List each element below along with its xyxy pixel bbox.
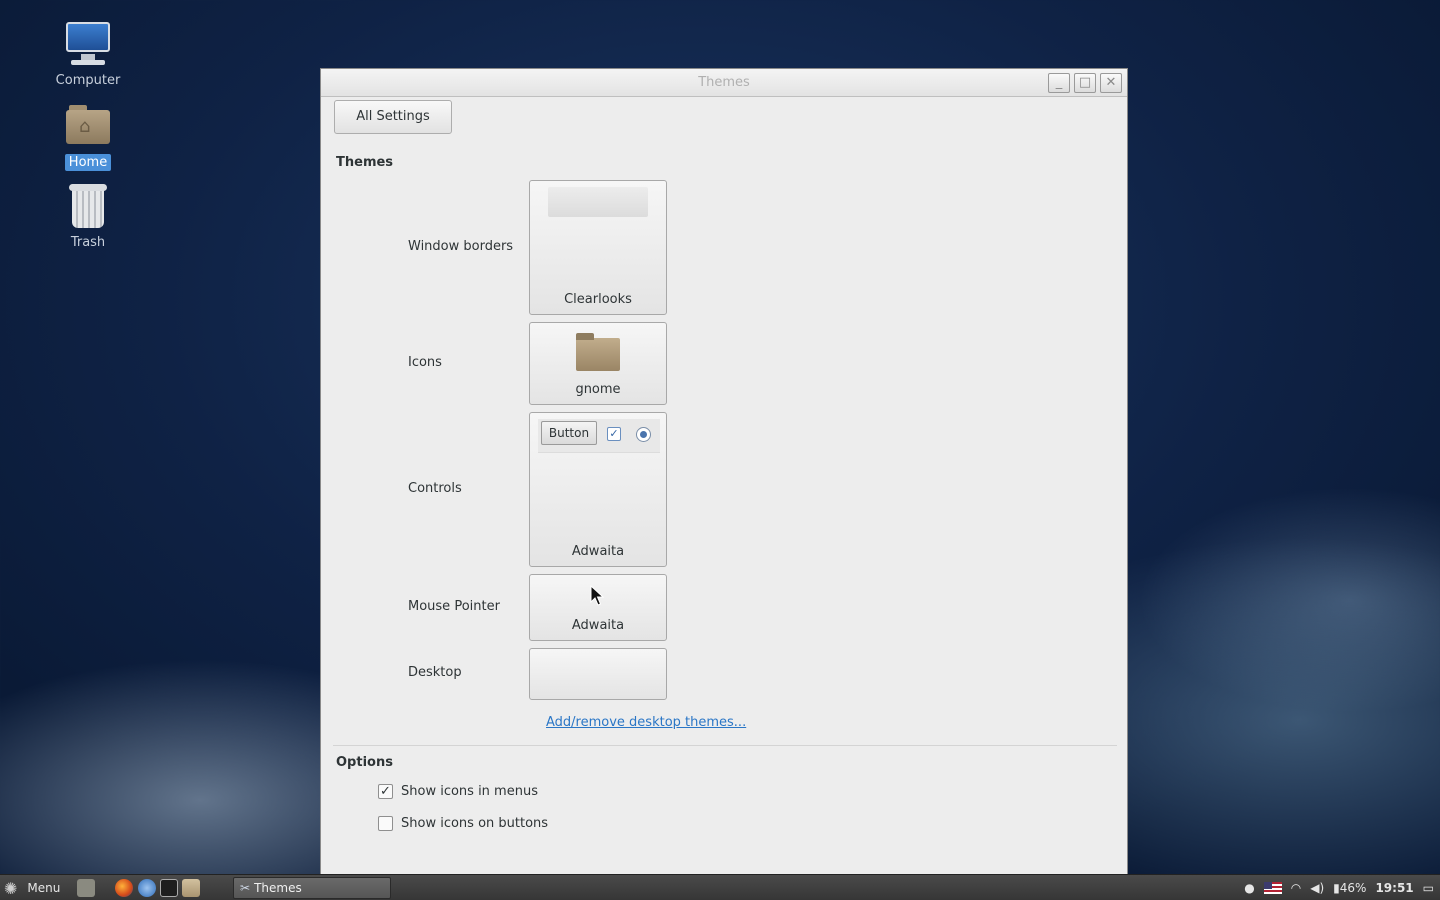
folder-icon	[576, 333, 620, 371]
maximize-icon: □	[1078, 75, 1092, 90]
window-borders-theme-name: Clearlooks	[564, 292, 632, 307]
desktop-theme-button[interactable]	[529, 648, 667, 700]
mouse-pointer-theme-name: Adwaita	[571, 618, 625, 633]
window-border-preview	[548, 187, 648, 217]
icons-theme-name: gnome	[575, 382, 621, 397]
themes-section-title: Themes	[336, 155, 394, 170]
taskbar-item-themes[interactable]: ✂ Themes	[233, 877, 391, 899]
home-folder-icon: ⌂	[63, 102, 113, 152]
close-icon: ✕	[1105, 75, 1117, 90]
preview-checkbox-icon: ✓	[607, 427, 621, 441]
desktop-icon-home[interactable]: ⌂ Home	[50, 102, 126, 171]
add-remove-desktop-themes-link[interactable]: Add/remove desktop themes...	[546, 715, 746, 730]
trash-icon	[63, 182, 113, 232]
desktop-label: Desktop	[408, 665, 462, 680]
mouse-pointer-label: Mouse Pointer	[408, 599, 500, 614]
show-icons-in-menus-label: Show icons in menus	[401, 783, 538, 799]
window-borders-label: Window borders	[408, 239, 514, 254]
clock[interactable]: 19:51	[1375, 881, 1413, 895]
icons-label: Icons	[408, 355, 442, 370]
all-settings-button[interactable]: All Settings	[334, 100, 452, 134]
show-icons-in-menus-option[interactable]: ✓ Show icons in menus	[378, 782, 538, 800]
desktop-icon-label: Computer	[55, 73, 121, 88]
controls-preview: Button ✓	[538, 419, 660, 453]
files-icon[interactable]	[182, 879, 200, 897]
close-button[interactable]: ✕	[1100, 73, 1122, 93]
battery-indicator[interactable]: ▮46%	[1333, 881, 1366, 895]
show-icons-on-buttons-checkbox[interactable]	[378, 815, 393, 831]
show-icons-on-buttons-option[interactable]: Show icons on buttons	[378, 814, 548, 832]
taskbar: ✺ Menu ✂ Themes ● ◠ ◀) ▮46% 19:51 ▭	[0, 874, 1440, 900]
preview-button: Button	[541, 421, 597, 445]
system-tray: ● ◠ ◀) ▮46% 19:51 ▭	[1244, 875, 1434, 900]
controls-label: Controls	[408, 481, 462, 496]
themes-window: Themes _ □ ✕ All Settings Themes Window …	[320, 68, 1128, 874]
user-icon[interactable]: ●	[1244, 881, 1254, 895]
preview-radio-icon	[636, 427, 651, 442]
window-borders-theme-button[interactable]: Clearlooks	[529, 180, 667, 315]
firefox-icon[interactable]	[115, 879, 133, 897]
cursor-icon	[590, 585, 605, 606]
section-separator	[333, 745, 1117, 746]
minimize-button[interactable]: _	[1048, 73, 1070, 93]
maximize-button[interactable]: □	[1074, 73, 1096, 93]
desktop-icon-computer[interactable]: Computer	[50, 20, 126, 89]
show-icons-on-buttons-label: Show icons on buttons	[401, 815, 549, 831]
show-desktop-tray-icon[interactable]: ▭	[1423, 881, 1434, 895]
volume-icon[interactable]: ◀)	[1310, 881, 1324, 895]
controls-theme-name: Adwaita	[571, 544, 625, 559]
window-title: Themes	[698, 75, 750, 90]
controls-theme-button[interactable]: Button ✓ Adwaita	[529, 412, 667, 567]
minimize-icon: _	[1055, 75, 1063, 90]
computer-icon	[63, 20, 113, 70]
wifi-icon[interactable]: ◠	[1291, 881, 1301, 895]
themes-tool-icon: ✂	[240, 881, 251, 895]
mouse-pointer-theme-button[interactable]: Adwaita	[529, 574, 667, 641]
show-desktop-icon[interactable]	[77, 879, 95, 897]
show-icons-in-menus-checkbox[interactable]: ✓	[378, 783, 393, 799]
battery-percent: 46%	[1339, 881, 1367, 895]
options-section-title: Options	[336, 755, 393, 770]
thunderbird-icon[interactable]	[138, 879, 156, 897]
keyboard-layout-flag-icon[interactable]	[1263, 882, 1282, 894]
desktop-icon-label: Trash	[70, 235, 106, 250]
terminal-icon[interactable]	[160, 879, 178, 897]
menu-button[interactable]: ✺ Menu	[4, 875, 60, 900]
menu-label: Menu	[27, 881, 61, 895]
desktop-icon-trash[interactable]: Trash	[50, 182, 126, 251]
desktop-icon-label: Home	[64, 154, 112, 171]
icons-theme-button[interactable]: gnome	[529, 322, 667, 405]
menu-icon: ✺	[4, 878, 18, 898]
taskbar-item-label: Themes	[254, 881, 302, 895]
window-titlebar[interactable]: Themes _ □ ✕	[321, 69, 1127, 97]
